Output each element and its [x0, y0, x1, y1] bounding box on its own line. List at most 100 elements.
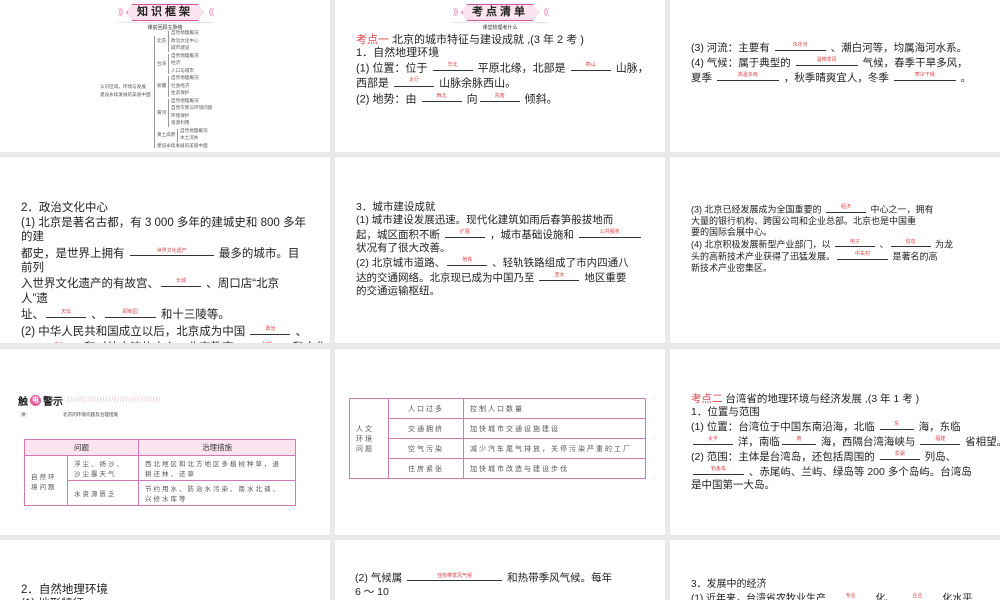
slide-exam-points[interactable]: ⟩⟩⟩ 考点清单 ⟨⟨⟨ 课堂梳理考什么 考点一 北京的城市特征与建设成就 ,(… [335, 0, 665, 152]
slide-urban-construction[interactable]: 3．城市建设成就 (1) 城市建设发展迅速。现代化建筑如雨后春笋般拔地而 起，城区面… [335, 157, 665, 343]
text-line: 3．发展中的经济 [691, 578, 972, 591]
fill-in-blank: 太平 [693, 434, 733, 445]
text-segment: (2) 地势：由 [356, 93, 420, 106]
blank-answer: 高温多雨 [737, 71, 758, 78]
slide-taiwan-economy[interactable]: 3．发展中的经济 (1) 近年来，台湾省农牧业生产 专业 化、 企业 化水平 [670, 540, 1000, 600]
fill-in-blank: 亚热带季风气候 [407, 570, 503, 581]
fill-in-blank: 信息 [890, 238, 931, 248]
banner-subtitle: 课堂梳理考什么 [452, 22, 548, 31]
problem-cell: 住房紧张 [388, 458, 464, 479]
text-segment: (2) 气候属 [355, 571, 406, 584]
row-group: 人文环境问题 [349, 398, 389, 479]
chevron-decoration-icon: ⟩⟩⟩ [117, 7, 123, 17]
text-segment: 大量的银行机构、跨国公司和企业总部。北京也是中国重 [691, 215, 917, 226]
mindmap-item: 自然地理概况 [171, 52, 199, 58]
slide-taiwan-geography[interactable]: 考点二 台湾省的地理环境与经济发展 ,(3 年 1 考 ) 1．位置与范围 (1) … [670, 349, 1000, 535]
fill-in-blank: 永定河 [774, 40, 826, 51]
banner-title: 考点清单 [461, 4, 539, 21]
exam-point-label: 考点一 [356, 34, 389, 46]
text-line: 入世界文化遗产的有故宫、 长城 、周口店“北京 [21, 275, 327, 291]
bracket-line [154, 36, 155, 148]
slide-beijing-river-climate[interactable]: (3) 河流：主要有 永定河 、潮白河等，均属海河水系。 (4) 气候：属于典型的… [670, 0, 1000, 152]
text-line: (3) 河流：主要有 永定河 、潮白河等，均属海河水系。 [691, 40, 971, 55]
measure-cell: 控制人口数量 [463, 398, 646, 419]
text-line: 太平 洋，南临 南 海，西隔台湾海峡与 福建 省相望。 [691, 434, 1000, 449]
text-segment: 倾斜。 [521, 93, 558, 106]
text-segment: (1) 北京是著名古都，有 3 000 多年的建城史和 800 多年 [21, 216, 306, 229]
table-row: 自然环境问题 浮尘、扬沙、沙尘暴天气 西北地区和北方地区多植树种草，退耕还林、还草 [24, 455, 296, 506]
mindmap-branch: 台湾 [157, 60, 167, 66]
mindmap-item: 社会经济 [171, 82, 190, 88]
blank-answer: 澎湖 [894, 450, 905, 457]
blank-answer: 企业 [912, 593, 923, 599]
text-segment: 、潮白河等，均属海河水系。 [827, 41, 968, 54]
slide-economic-center[interactable]: (3) 北京已经发展成为全国重要的 经济 中心之一，拥有 大量的银行机构、跨国公司… [670, 157, 1000, 343]
fill-in-blank: 科技 [247, 339, 287, 343]
exam-point-label: 考点二 [691, 393, 723, 405]
problem-cell: 空气污染 [388, 438, 464, 459]
text-segment: 的建 [21, 231, 44, 243]
blank-answer: 扩展 [459, 229, 470, 235]
fill-in-blank: 颐和园 [104, 306, 156, 319]
blank-answer: 地铁 [462, 256, 473, 263]
mindmap-branch: 新疆 [157, 83, 167, 89]
bracket-line [168, 98, 169, 127]
fill-in-blank: 温带季风 [795, 55, 858, 66]
blank-answer: 东 [894, 421, 900, 427]
row-group: 自然环境问题 [24, 455, 68, 506]
slide-text: 3．城市建设成就 (1) 城市建设发展迅速。现代化建筑如雨后春笋般拔地而 起，城区面… [356, 201, 643, 298]
blank-answer: 颐和园 [122, 309, 138, 316]
text-line: 3．城市建设成就 [356, 201, 643, 214]
mindmap-item: 生态保护 [171, 90, 190, 95]
text-segment: (1) 位置：台湾位于中国东南沿海，北临 [691, 420, 878, 433]
measure-cell: 加快城市改造与建设步伐 [463, 458, 646, 479]
slide-text: (3) 河流：主要有 永定河 、潮白河等，均属海河水系。 (4) 气候：属于典型的… [691, 40, 971, 85]
text-line: (2) 中华人民共和国成立以后，北京成为中国 政治 、 [21, 323, 327, 339]
slide-text: (2) 气候属 亚热带季风气候 和热带季风气候。每年 6 ～ 10 [355, 570, 612, 599]
slide-taiwan-climate[interactable]: (2) 气候属 亚热带季风气候 和热带季风气候。每年 6 ～ 10 [335, 540, 665, 600]
fill-in-blank: 澎湖 [879, 449, 920, 460]
text-line: 的建 [21, 230, 327, 245]
problem-cell: 人口过多 [388, 398, 464, 419]
bracket-line [168, 76, 169, 97]
fill-in-blank: 福建 [920, 434, 961, 445]
environment-table: 问题 治理措施 自然环境问题 浮尘、扬沙、沙尘暴天气 西北地区和北方地区多植树种草，退耕… [24, 439, 296, 506]
text-segment: 和十三陵等。 [157, 309, 230, 322]
text-line: 新技术产业密集区。 [691, 263, 953, 274]
blank-answer: 文化 [54, 338, 64, 343]
mindmap-item: 城市建设 [171, 45, 190, 50]
text-segment: 3．城市建设成就 [356, 201, 436, 213]
measure-cell: 减少汽车尾气排放，关停污染严重的工厂 [463, 438, 646, 459]
text-line: 考点二 台湾省的地理环境与经济发展 ,(3 年 1 考 ) [691, 393, 1000, 406]
text-line: (2) 地势：由 西北 向 东南 倾斜。 [356, 91, 649, 106]
blank-answer: 永定河 [792, 42, 808, 48]
slide-text: 3．发展中的经济 (1) 近年来，台湾省农牧业生产 专业 化、 企业 化水平 [691, 578, 972, 600]
mindmap-item: 自然地理概况 [171, 30, 199, 35]
fill-in-blank: 企业 [898, 591, 938, 600]
text-segment: 和文化 [289, 342, 327, 343]
blank-answer: 公共服务 [599, 229, 620, 235]
mindmap-item: 人口与城市 [171, 67, 194, 73]
fill-in-blank: 电子 [835, 238, 876, 248]
slide-knowledge-framework[interactable]: ⟩⟩⟩ 知识框架 ⟨⟨⟨ 课前回顾主脉络 认识区域，环境与发展 建设永续发展的美丽… [0, 0, 330, 152]
slide-human-environment-table[interactable]: 人文环境问题 人口过多 控制人口数量 交通拥挤 加快城市交通设施建设 空气污染 减少汽车尾气… [335, 349, 665, 535]
problem-cell: 交通拥挤 [388, 418, 464, 439]
table-row: 人文环境问题 人口过多 控制人口数量 [349, 398, 646, 479]
text-segment: 西部是 [356, 77, 393, 90]
chevron-decoration-icon: ⟨⟨⟨ [543, 7, 549, 17]
text-segment: ，城市基础设施和 [486, 228, 577, 241]
mindmap-item: 自然灾害与环境问题 [171, 105, 213, 110]
bracket-line [168, 31, 169, 52]
fill-in-blank: 西北 [421, 91, 462, 103]
section-banner: ⟩⟩⟩ 考点清单 ⟨⟨⟨ [452, 4, 549, 21]
column-header: 问题 [24, 439, 139, 456]
text-segment: 都史，是世界上拥有 [21, 247, 128, 260]
slide-political-cultural-center[interactable]: 2．政治文化中心 (1) 北京是著名古都，有 3 000 多年的建城史和 800 … [0, 157, 330, 343]
blank-answer: 信息 [905, 238, 916, 245]
slide-warning-table[interactable]: 触 电 警示 //////////////////////////////// … [0, 349, 330, 535]
text-segment: (2) 范围：主体是台湾岛，还包括周围的 [691, 450, 878, 463]
text-segment: 状况有了很大改善。 [356, 241, 451, 254]
slide-natural-geography[interactable]: 2．自然地理环境(1) 地形特征 [0, 540, 330, 600]
chevron-decoration-icon: ⟩⟩⟩ [452, 7, 458, 17]
text-line: (2) 气候属 亚热带季风气候 和热带季风气候。每年 [355, 570, 612, 585]
